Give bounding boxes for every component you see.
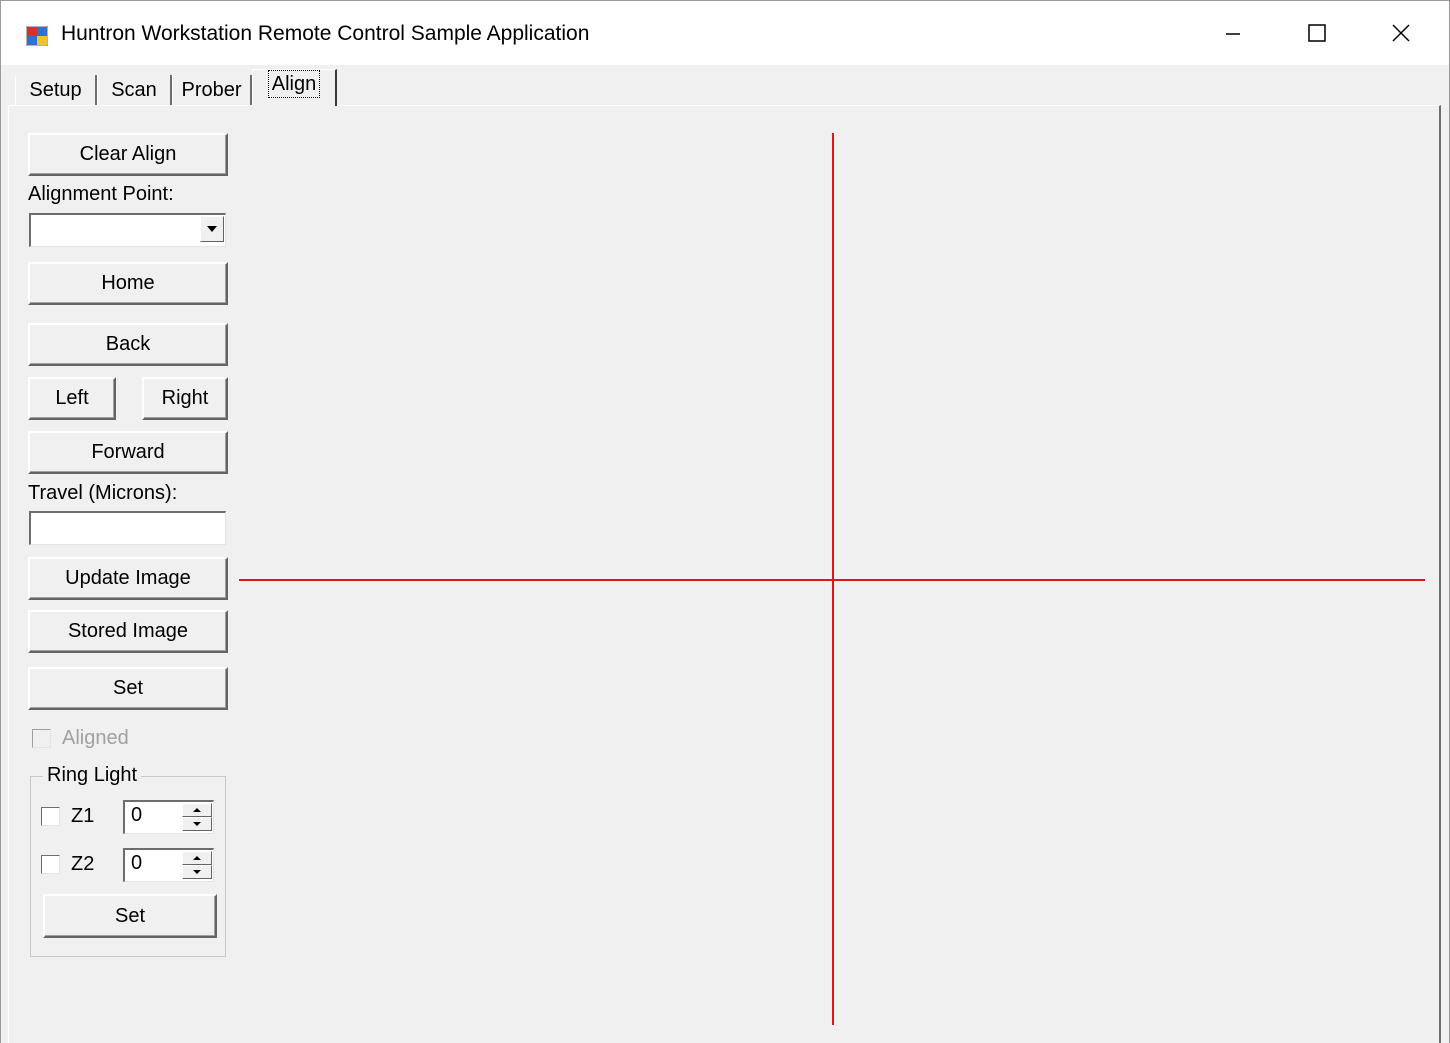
z2-checkbox[interactable] (41, 855, 60, 874)
clear-align-label: Clear Align (79, 143, 177, 165)
ring-light-set-button[interactable]: Set (43, 894, 217, 938)
minimize-button[interactable] (1191, 1, 1275, 65)
tab-setup-label: Setup (29, 78, 82, 101)
spin-up-icon (193, 856, 201, 860)
stored-image-button[interactable]: Stored Image (28, 610, 228, 653)
title-bar: Huntron Workstation Remote Control Sampl… (1, 0, 1449, 65)
alignment-point-label: Alignment Point: (28, 183, 174, 205)
z1-spin-down[interactable] (182, 817, 212, 831)
left-button[interactable]: Left (28, 377, 116, 420)
maximize-button[interactable] (1275, 1, 1359, 65)
tab-prober-label: Prober (181, 78, 242, 101)
z1-spinner[interactable]: 0 (123, 800, 214, 834)
spin-up-icon (193, 808, 201, 812)
right-button[interactable]: Right (142, 377, 228, 420)
z2-spin-down[interactable] (182, 865, 212, 879)
ring-light-title: Ring Light (43, 764, 142, 787)
travel-input[interactable] (29, 511, 226, 545)
forward-label: Forward (91, 441, 165, 463)
tab-align[interactable]: Align (252, 69, 337, 106)
minimize-icon (1226, 33, 1240, 35)
home-label: Home (101, 272, 155, 294)
set-align-label: Set (112, 677, 144, 699)
update-image-label: Update Image (65, 567, 191, 589)
aligned-label: Aligned (62, 727, 129, 749)
z2-label: Z2 (71, 853, 95, 875)
z2-spin-up[interactable] (182, 851, 212, 865)
spin-down-icon (193, 822, 201, 826)
window-title: Huntron Workstation Remote Control Sampl… (61, 22, 590, 45)
aligned-checkbox[interactable] (32, 729, 51, 748)
z1-spin-up[interactable] (182, 803, 212, 817)
z1-label: Z1 (71, 805, 95, 827)
alignment-point-dropdown-button[interactable] (200, 216, 224, 242)
tab-setup[interactable]: Setup (15, 75, 97, 105)
forward-button[interactable]: Forward (28, 431, 228, 474)
z1-spin-buttons (182, 803, 212, 833)
close-icon (1392, 24, 1410, 42)
tab-align-label: Align (267, 70, 321, 98)
maximize-icon (1308, 24, 1326, 42)
tab-scan-label: Scan (111, 78, 157, 101)
spin-down-icon (193, 870, 201, 874)
travel-label: Travel (Microns): (28, 482, 178, 504)
tab-prober[interactable]: Prober (172, 75, 252, 105)
update-image-button[interactable]: Update Image (28, 557, 228, 600)
set-align-button[interactable]: Set (28, 667, 228, 710)
right-label: Right (161, 387, 209, 409)
z1-checkbox[interactable] (41, 807, 60, 826)
z2-spin-buttons (182, 851, 212, 881)
left-label: Left (55, 387, 89, 409)
ring-light-set-label: Set (114, 904, 146, 927)
home-button[interactable]: Home (28, 262, 228, 305)
back-button[interactable]: Back (28, 323, 228, 366)
clear-align-button[interactable]: Clear Align (28, 133, 228, 176)
tab-scan[interactable]: Scan (97, 75, 172, 105)
stored-image-label: Stored Image (67, 620, 189, 642)
back-label: Back (105, 333, 151, 355)
app-icon (26, 26, 48, 46)
app-window: Huntron Workstation Remote Control Sampl… (0, 0, 1450, 1043)
close-button[interactable] (1359, 1, 1443, 65)
z2-value: 0 (131, 852, 143, 874)
z2-spinner[interactable]: 0 (123, 848, 214, 882)
chevron-down-icon (207, 226, 217, 232)
crosshair-horizontal (239, 579, 1425, 581)
alignment-point-combo[interactable] (29, 213, 226, 247)
z1-value: 0 (131, 804, 143, 826)
